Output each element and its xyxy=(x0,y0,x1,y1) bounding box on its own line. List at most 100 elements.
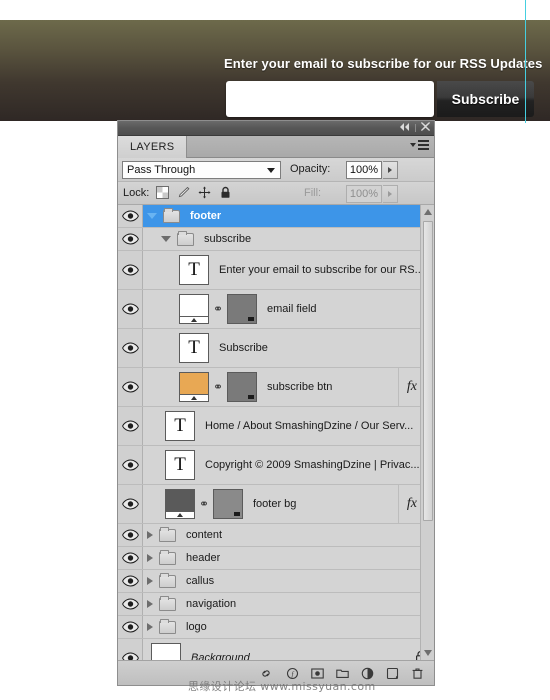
layer-row[interactable]: Background xyxy=(118,639,434,660)
mask-link-icon[interactable]: ⚭ xyxy=(199,498,209,510)
fill-stepper[interactable] xyxy=(383,185,398,203)
blend-mode-value: Pass Through xyxy=(127,164,196,176)
layer-row[interactable]: T Subscribe xyxy=(118,329,434,368)
layer-row[interactable]: logo xyxy=(118,616,434,639)
layer-row-body[interactable]: ⚭ footer bg fx xyxy=(143,485,434,523)
eye-icon xyxy=(121,529,139,541)
layer-row-body[interactable]: T Subscribe xyxy=(143,329,434,367)
layer-row[interactable]: ⚭ subscribe btn fx xyxy=(118,368,434,407)
lock-image-pixels-icon[interactable] xyxy=(177,186,190,199)
layer-row-body[interactable]: callus xyxy=(143,570,434,592)
lock-transparency-icon[interactable] xyxy=(156,186,169,199)
layer-row[interactable]: T Copyright © 2009 SmashingDzine | Privac… xyxy=(118,446,434,485)
scrollbar-thumb[interactable] xyxy=(423,221,433,521)
thumbnail-caret-icon xyxy=(177,513,183,517)
collapse-panel-icon[interactable] xyxy=(399,122,410,134)
panel-menu-button[interactable] xyxy=(410,140,429,150)
folder-icon xyxy=(163,207,180,223)
folder-icon xyxy=(159,595,176,611)
layer-visibility-toggle[interactable] xyxy=(118,407,143,445)
chevron-right-icon[interactable] xyxy=(147,623,153,631)
layer-mask-thumbnail[interactable] xyxy=(227,294,257,324)
text-layer-thumbnail[interactable]: T xyxy=(179,255,209,285)
layers-list[interactable]: footer subscribe T Enter your email to subs… xyxy=(118,205,434,660)
layer-row-body[interactable]: header xyxy=(143,547,434,569)
layer-name: subscribe btn xyxy=(267,381,333,393)
opacity-stepper[interactable] xyxy=(383,161,398,179)
subscribe-button[interactable]: Subscribe xyxy=(437,81,534,117)
layer-visibility-toggle[interactable] xyxy=(118,329,143,367)
layer-row[interactable]: T Enter your email to subscribe for our R… xyxy=(118,251,434,290)
layer-visibility-toggle[interactable] xyxy=(118,251,143,289)
layer-visibility-toggle[interactable] xyxy=(118,639,143,660)
chevron-right-icon[interactable] xyxy=(147,600,153,608)
layer-thumbnail[interactable] xyxy=(151,643,181,660)
layer-row[interactable]: header xyxy=(118,547,434,570)
tab-layers[interactable]: LAYERS xyxy=(118,136,188,158)
text-layer-thumbnail[interactable]: T xyxy=(165,411,195,441)
layer-row-body[interactable]: ⚭ subscribe btn fx xyxy=(143,368,434,406)
mask-link-icon[interactable]: ⚭ xyxy=(213,381,223,393)
layer-row-body[interactable]: T Copyright © 2009 SmashingDzine | Privac… xyxy=(143,446,434,484)
chevron-down-icon[interactable] xyxy=(147,213,157,219)
chevron-down-icon[interactable] xyxy=(161,236,171,242)
layer-visibility-toggle[interactable] xyxy=(118,368,143,406)
lock-all-icon[interactable] xyxy=(219,186,232,199)
scroll-up-icon[interactable] xyxy=(424,209,432,215)
email-input[interactable] xyxy=(226,81,434,117)
forum-watermark: 思缘设计论坛 www.missyuan.com xyxy=(188,680,376,693)
text-layer-thumbnail[interactable]: T xyxy=(165,450,195,480)
opacity-input[interactable]: 100% xyxy=(346,161,382,179)
eye-icon xyxy=(121,264,139,276)
layer-row-body[interactable]: logo xyxy=(143,616,434,638)
chevron-right-icon[interactable] xyxy=(147,577,153,585)
lock-position-icon[interactable] xyxy=(198,186,211,199)
layer-visibility-toggle[interactable] xyxy=(118,593,143,615)
layer-mask-thumbnail[interactable] xyxy=(227,372,257,402)
layer-row-body[interactable]: navigation xyxy=(143,593,434,615)
layers-scrollbar[interactable] xyxy=(420,205,434,660)
layer-visibility-toggle[interactable] xyxy=(118,446,143,484)
layer-thumbnail[interactable] xyxy=(179,294,209,324)
layer-row[interactable]: navigation xyxy=(118,593,434,616)
layer-thumbnail[interactable] xyxy=(165,489,195,519)
layer-mask-thumbnail[interactable] xyxy=(213,489,243,519)
new-layer-icon[interactable] xyxy=(386,667,399,680)
layer-row-body[interactable]: ⚭ email field xyxy=(143,290,434,328)
delete-layer-icon[interactable] xyxy=(411,667,424,680)
layer-visibility-toggle[interactable] xyxy=(118,485,143,523)
layer-row[interactable]: ⚭ email field xyxy=(118,290,434,329)
layer-row[interactable]: T Home / About SmashingDzine / Our Serv..… xyxy=(118,407,434,446)
layer-row-body[interactable]: subscribe xyxy=(143,228,434,250)
layer-row-body[interactable]: footer xyxy=(143,205,434,227)
layer-row[interactable]: ⚭ footer bg fx xyxy=(118,485,434,524)
folder-icon xyxy=(159,549,176,565)
layer-visibility-toggle[interactable] xyxy=(118,290,143,328)
layer-visibility-toggle[interactable] xyxy=(118,570,143,592)
layer-row[interactable]: callus xyxy=(118,570,434,593)
layer-visibility-toggle[interactable] xyxy=(118,524,143,546)
fill-input[interactable]: 100% xyxy=(346,185,382,203)
scroll-down-icon[interactable] xyxy=(424,650,432,656)
layer-name: Home / About SmashingDzine / Our Serv... xyxy=(205,420,414,432)
chevron-right-icon[interactable] xyxy=(147,554,153,562)
layer-row-body[interactable]: content xyxy=(143,524,434,546)
layer-name: navigation xyxy=(186,598,237,610)
layer-row-body[interactable]: T Home / About SmashingDzine / Our Serv..… xyxy=(143,407,434,445)
close-icon[interactable] xyxy=(421,122,430,134)
layer-visibility-toggle[interactable] xyxy=(118,547,143,569)
layer-visibility-toggle[interactable] xyxy=(118,228,143,250)
layer-row-body[interactable]: Background xyxy=(143,639,434,660)
layer-thumbnail[interactable] xyxy=(179,372,209,402)
layer-row[interactable]: content xyxy=(118,524,434,547)
blend-mode-select[interactable]: Pass Through xyxy=(122,161,281,179)
mask-link-icon[interactable]: ⚭ xyxy=(213,303,223,315)
layer-row-body[interactable]: T Enter your email to subscribe for our R… xyxy=(143,251,434,289)
screenshot-root: Enter your email to subscribe for our RS… xyxy=(0,0,550,700)
layer-row[interactable]: subscribe xyxy=(118,228,434,251)
layer-visibility-toggle[interactable] xyxy=(118,616,143,638)
layer-row[interactable]: footer xyxy=(118,205,434,228)
chevron-right-icon[interactable] xyxy=(147,531,153,539)
layer-visibility-toggle[interactable] xyxy=(118,205,143,227)
text-layer-thumbnail[interactable]: T xyxy=(179,333,209,363)
